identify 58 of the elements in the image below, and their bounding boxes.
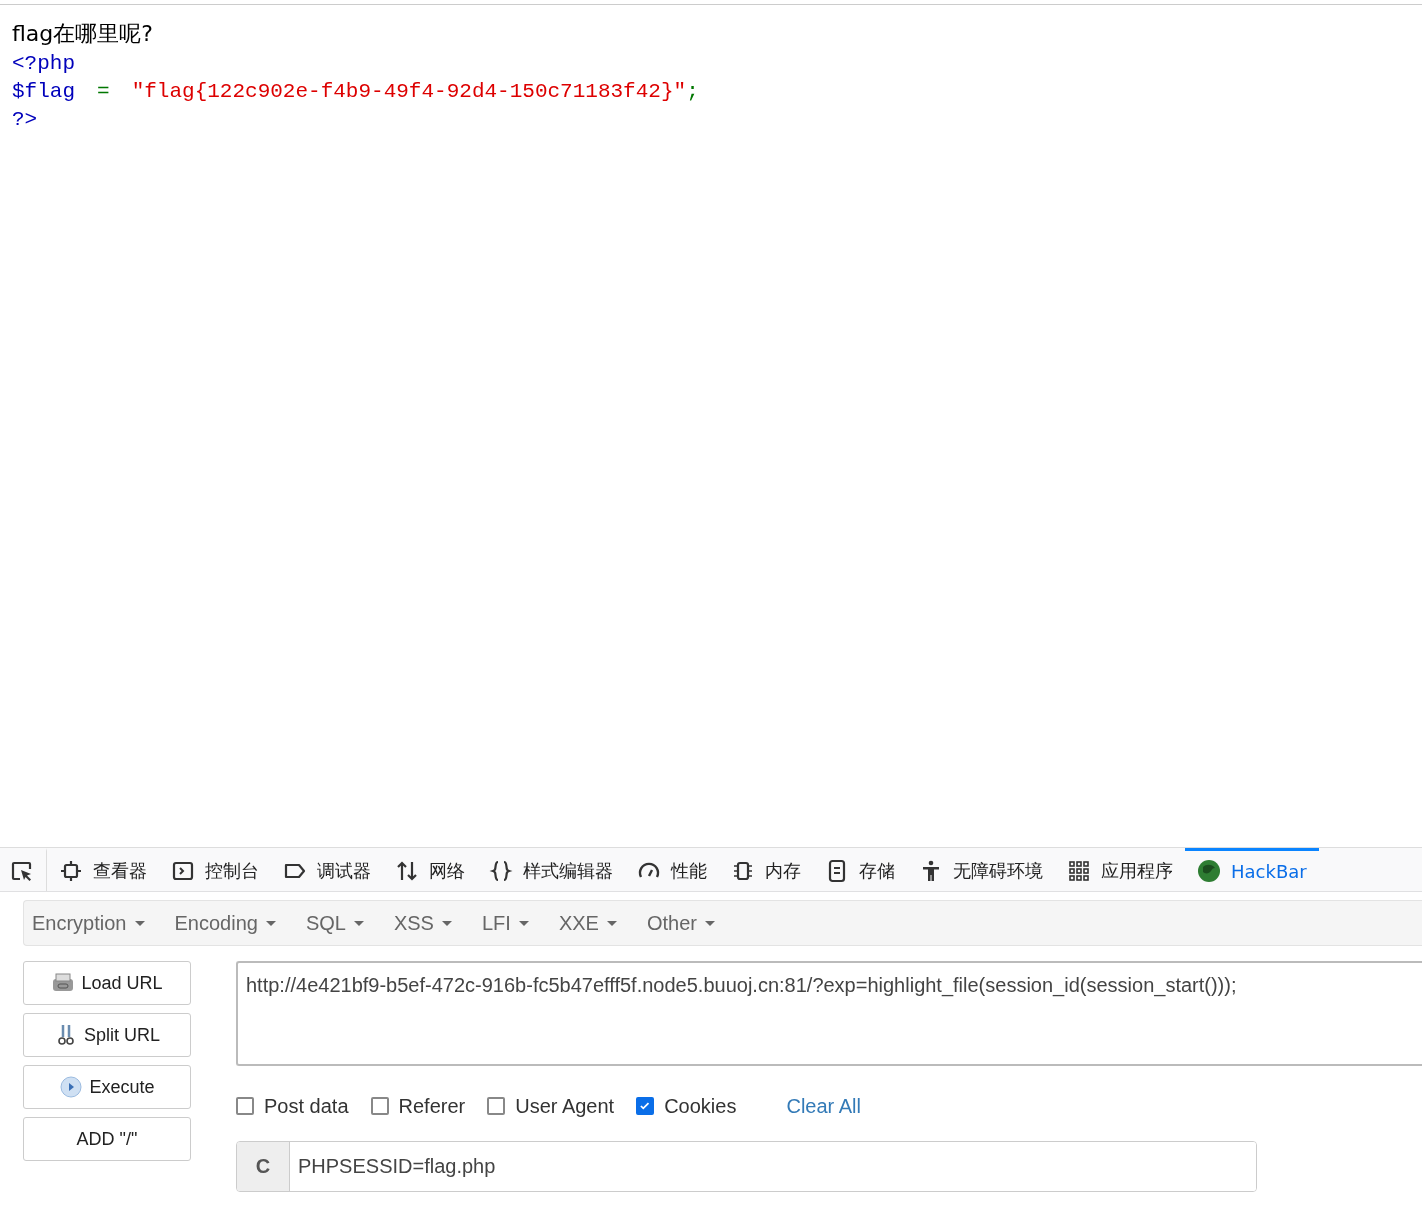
url-field[interactable]: http://4e421bf9-b5ef-472c-916b-fc5b47efff5f.node5.buuoj.cn:81/?exp=highlight_file(session_id(session_start())); <box>236 961 1422 1066</box>
braces-icon <box>489 859 513 883</box>
play-icon <box>59 1075 84 1099</box>
cursor-icon <box>10 859 34 883</box>
devtools-tab[interactable]: 网络 <box>383 848 477 891</box>
code-token: <?php <box>12 51 75 77</box>
devtools-tab[interactable]: 控制台 <box>159 848 271 891</box>
caret-icon <box>265 920 276 926</box>
caret-icon <box>441 920 452 926</box>
dropdown-menu[interactable]: Encryption <box>32 911 175 935</box>
code-token: ; <box>686 79 699 105</box>
arrows-icon <box>395 859 419 883</box>
checkbox[interactable] <box>636 1097 655 1115</box>
checkbox-label: User Agent <box>515 1094 615 1118</box>
dropdown-menu[interactable]: XXE <box>558 911 647 935</box>
checkbox-label: Cookies <box>664 1094 737 1118</box>
checkbox-label: Post data <box>264 1094 349 1118</box>
devtools-tab[interactable]: 调试器 <box>271 848 383 891</box>
devtools-tab[interactable]: 应用程序 <box>1055 848 1185 891</box>
page-heading: flag在哪里呢? <box>12 20 153 48</box>
caret-icon <box>704 920 715 926</box>
code-token: "flag{122c902e-f4b9-49f4-92d4-150c71183f42}" <box>131 79 687 105</box>
console-icon <box>171 859 195 883</box>
code-token: $flag <box>12 79 75 105</box>
devtools-tab[interactable]: 样式编辑器 <box>477 848 625 891</box>
caret-icon <box>134 920 145 926</box>
field-prefix: C <box>237 1142 290 1191</box>
action-button[interactable]: Execute <box>23 1065 191 1109</box>
action-button[interactable]: Load URL <box>23 961 191 1005</box>
dropdown-menu[interactable]: SQL <box>305 911 394 935</box>
dropdown-menu[interactable]: XSS <box>393 911 482 935</box>
caret-icon <box>606 920 617 926</box>
checkbox[interactable] <box>487 1097 506 1115</box>
dropdown-menu[interactable]: Encoding <box>174 911 306 935</box>
checkbox[interactable] <box>236 1097 254 1115</box>
grid-icon <box>1067 859 1091 883</box>
cookie-field[interactable]: C PHPSESSID=flag.php <box>236 1141 1257 1192</box>
element-picker-button[interactable] <box>10 848 47 891</box>
devtools-tab[interactable]: 存储 <box>813 848 907 891</box>
devtools-tab[interactable]: 内存 <box>719 848 813 891</box>
clear-all-link[interactable]: Clear All <box>786 1094 861 1118</box>
checkbox-label: Referer <box>398 1094 466 1118</box>
frame-icon <box>59 859 83 883</box>
dropdown-menu[interactable]: LFI <box>481 911 559 935</box>
devtools-tab[interactable]: 无障碍环境 <box>907 848 1055 891</box>
devtools-tab[interactable]: 查看器 <box>47 848 159 891</box>
chip-icon <box>731 859 755 883</box>
action-button[interactable]: ADD "/" <box>23 1117 191 1161</box>
devtools-tab[interactable]: 性能 <box>625 848 719 891</box>
code-token: = <box>97 79 110 105</box>
action-button[interactable]: Split URL <box>23 1013 191 1057</box>
dropdown-menu[interactable]: Other <box>646 911 745 935</box>
checkbox[interactable] <box>370 1097 389 1115</box>
caret-icon <box>518 920 529 926</box>
code-token: ?> <box>12 107 38 133</box>
caret-icon <box>353 920 364 926</box>
devtools-tab[interactable]: HackBar <box>1185 848 1319 891</box>
logo-icon <box>1197 859 1221 883</box>
